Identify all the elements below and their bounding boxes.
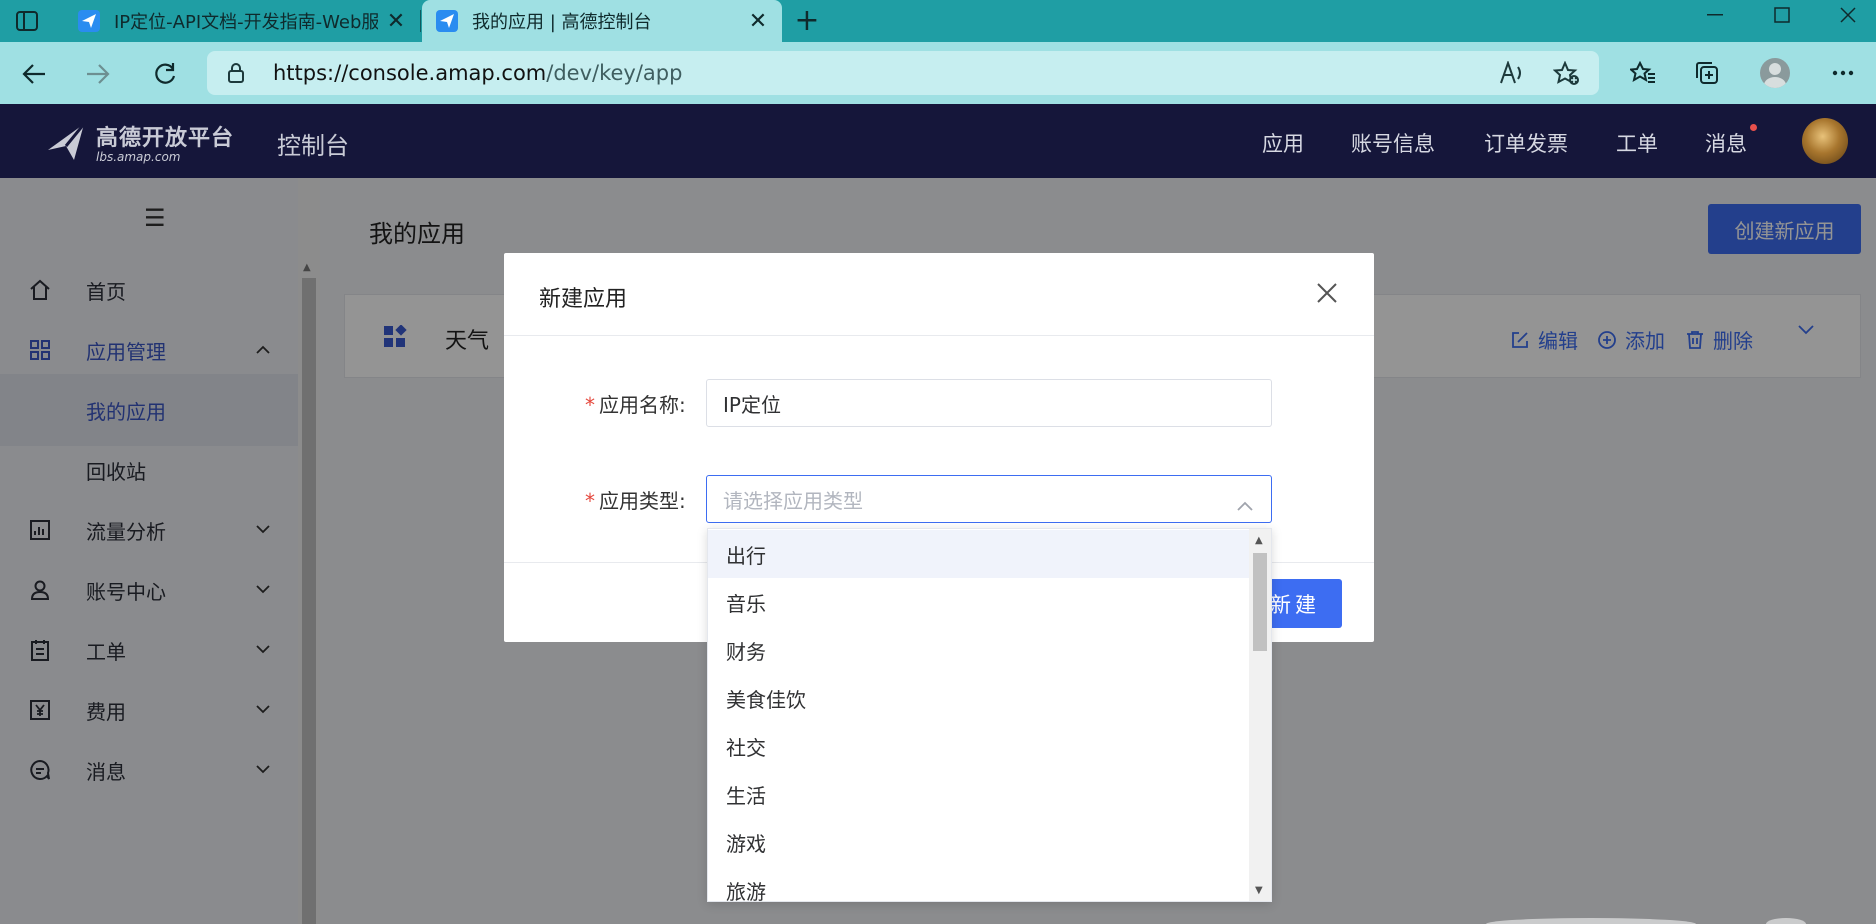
more-menu-icon[interactable] [1825,55,1861,91]
add-favorite-icon[interactable] [1553,61,1581,87]
logo-domain: lbs.amap.com [96,150,181,164]
tab-close-icon[interactable]: ✕ [386,9,406,34]
dropdown-scrollbar[interactable]: ▲ ▼ [1249,529,1271,901]
profile-icon[interactable] [1757,55,1793,91]
dropdown-option[interactable]: 社交 [708,722,1249,770]
scrollbar-thumb[interactable] [1253,553,1267,651]
topnav-apps[interactable]: 应用 [1262,128,1304,158]
chevron-up-icon [1237,492,1253,516]
amap-logo-icon [48,123,86,160]
user-avatar[interactable] [1802,118,1848,164]
lock-icon [228,63,244,83]
read-aloud-icon[interactable] [1499,61,1525,85]
console-title: 控制台 [277,132,349,160]
maximize-icon[interactable] [1754,0,1810,30]
url-path: /dev/key/app [546,61,683,85]
tab-title: IP定位-API文档-开发指南-Web服务 [114,12,378,33]
forward-icon[interactable] [78,54,118,94]
favorites-icon[interactable] [1625,55,1661,91]
app-type-placeholder: 请选择应用类型 [723,488,863,513]
dropdown-option[interactable]: 旅游 [708,866,1249,902]
app-type-dropdown: 出行 音乐 财务 美食佳饮 社交 生活 游戏 旅游 ▲ ▼ [707,528,1272,902]
tab-close-icon[interactable]: ✕ [748,9,768,34]
dropdown-option[interactable]: 财务 [708,626,1249,674]
browser-tab-docs[interactable]: IP定位-API文档-开发指南-Web服务 ✕ [64,0,420,42]
scroll-down-arrow-icon[interactable]: ▼ [1255,885,1263,896]
app-type-label: * 应用类型: [585,489,686,513]
topnav-orders[interactable]: 订单发票 [1484,128,1568,158]
topnav-messages[interactable]: 消息 [1705,128,1747,158]
new-tab-button[interactable]: + [790,4,824,38]
dialog-title: 新建应用 [539,287,628,312]
dropdown-option[interactable]: 美食佳饮 [708,674,1249,722]
tab-actions-icon[interactable] [12,8,42,34]
address-bar[interactable]: https://console.amap.com/dev/key/app [207,51,1599,95]
topnav-account[interactable]: 账号信息 [1351,128,1435,158]
amap-logo[interactable]: 高德开放平台 lbs.amap.com [44,120,234,164]
floating-widget-edge [1486,918,1696,924]
tab-divider [420,10,421,32]
logo-title: 高德开放平台 [96,126,235,151]
tab-title: 我的应用 | 高德控制台 [472,12,652,33]
reload-icon[interactable] [145,54,185,94]
dropdown-option[interactable]: 音乐 [708,578,1249,626]
dropdown-option[interactable]: 生活 [708,770,1249,818]
url-text: https://console.amap.com/dev/key/app [273,61,682,85]
required-star: * [585,393,595,417]
amap-plane-icon [436,10,458,32]
url-host: https://console.amap.com [273,61,547,85]
dropdown-option[interactable]: 出行 [708,530,1249,578]
app-type-select[interactable]: 请选择应用类型 [706,475,1272,523]
back-icon[interactable] [14,54,54,94]
window-close-icon[interactable] [1820,0,1876,30]
scroll-up-arrow-icon[interactable]: ▲ [1255,535,1263,546]
message-badge-dot [1750,124,1757,131]
app-name-label: * 应用名称: [585,393,686,417]
browser-toolbar: https://console.amap.com/dev/key/app [0,42,1876,104]
dialog-close-icon[interactable] [1316,277,1338,312]
minimize-icon[interactable] [1687,0,1743,30]
dropdown-option[interactable]: 游戏 [708,818,1249,866]
collections-icon[interactable] [1689,55,1725,91]
floating-widget-edge [1766,918,1806,924]
browser-tab-console[interactable]: 我的应用 | 高德控制台 ✕ [422,0,782,42]
app-header: 高德开放平台 lbs.amap.com 控制台 应用 账号信息 订单发票 工单 … [0,104,1876,178]
topnav-tickets[interactable]: 工单 [1616,128,1658,158]
dialog-header-divider [504,335,1374,336]
required-star: * [585,489,595,513]
app-name-input[interactable]: IP定位 [706,379,1272,427]
browser-tabstrip: IP定位-API文档-开发指南-Web服务 ✕ 我的应用 | 高德控制台 ✕ + [0,0,1876,42]
amap-plane-icon [78,10,100,32]
